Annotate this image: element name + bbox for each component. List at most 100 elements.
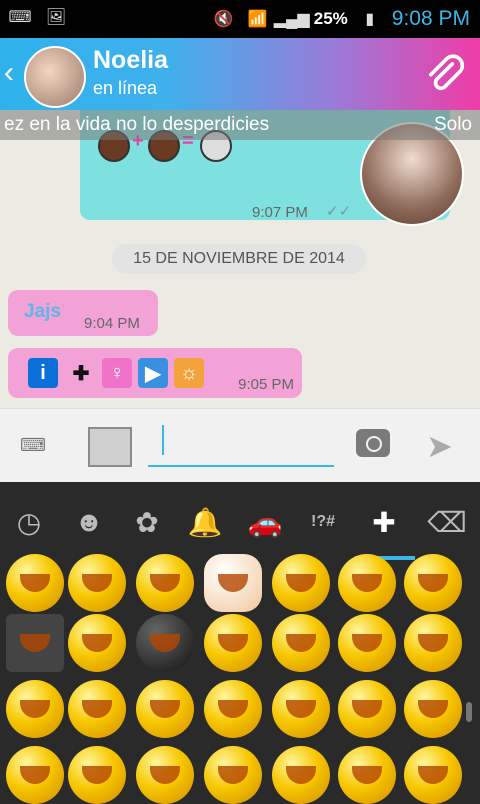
status-time: 9:08 PM [391,7,470,30]
paperclip-icon[interactable] [422,52,466,96]
emoji-mouth [418,700,448,718]
flower-tab[interactable]: ✿ [118,482,176,562]
emoji-icon[interactable] [6,680,64,738]
emoji-mouth [150,634,180,652]
text-cursor [162,425,164,455]
emoji-icon[interactable] [6,746,64,804]
chat-area: ez en la vida no lo desperdicies Solo + … [0,110,480,408]
emoji-mouth [82,634,112,652]
emoji-icon[interactable] [68,680,126,738]
emoji-mouth [82,766,112,784]
message-time: 9:04 PM [84,315,140,332]
emoji-mouth [418,766,448,784]
emoji-mouth [418,634,448,652]
emoji-icon[interactable] [68,614,126,672]
emoji-icon[interactable] [6,554,64,612]
emoji-icon[interactable] [68,746,126,804]
emoji-icon[interactable] [204,554,262,612]
woman-symbol-icon: ♀ [102,358,132,388]
emoji-icon[interactable] [338,680,396,738]
emoji-mouth [218,766,248,784]
emoji-icon[interactable] [272,680,330,738]
emoji-icon[interactable] [404,746,462,804]
emoji-category-tabs: ◷ ☻ ✿ 🔔 🚗 !?# ✚ ⌫ [0,482,480,562]
contact-avatar[interactable] [24,46,86,108]
backspace-tab[interactable]: ⌫ [418,482,476,562]
plus-icon: ✚ [72,362,90,385]
emoji-mouth [150,700,180,718]
message-time: 9:07 PM [252,204,308,221]
emoji-mouth [150,574,180,592]
emoji-icon[interactable] [338,746,396,804]
gallery-icon[interactable] [88,427,132,467]
emoji-icon[interactable] [338,554,396,612]
emoji-grid [0,554,480,804]
emoji-icon[interactable] [136,614,194,672]
play-icon: ▶ [138,358,168,388]
emoji-mouth [218,634,248,652]
emoji-mouth [286,766,316,784]
status-bar: ⌨ 🖼 🔇 📶 ▂▄▆ 25% ▮ 9:08 PM [0,0,480,38]
emoji-mouth [20,766,50,784]
smiley-tab[interactable]: ☻ [60,482,118,562]
incoming-message-bubble[interactable]: i ✚ ♀ ▶ ☼ 9:05 PM [8,348,302,398]
emoji-icon[interactable] [338,614,396,672]
emoji-icon[interactable] [136,680,194,738]
emoji-mouth [352,766,382,784]
plus-tab[interactable]: ✚ [355,482,413,562]
contact-status: en línea [93,78,158,98]
camera-icon[interactable] [356,429,390,457]
emoji-icon[interactable] [272,614,330,672]
emoji-mouth [218,700,248,718]
emoji-icon[interactable] [272,554,330,612]
emoji-mouth [286,634,316,652]
emoji-mouth [286,700,316,718]
emoji-icon[interactable] [6,614,64,672]
battery-icon: ▮ [365,11,375,28]
recent-tab[interactable]: ◷ [0,482,58,562]
emoji-mouth [352,634,382,652]
chat-header: ‹ Noelia en línea [0,38,480,110]
signal-icon: ▂▄▆ [273,11,310,28]
double-check-icon: ✓✓ [326,203,352,220]
sunset-icon: ☼ [174,358,204,388]
contact-name[interactable]: Noelia [93,46,168,75]
emoji-mouth [20,634,50,652]
message-input-bar: ⌨ ➤ [0,408,480,483]
emoji-icon[interactable] [404,554,462,612]
emoji-scrollbar[interactable] [466,702,472,722]
incoming-message-bubble[interactable]: Jajs 9:04 PM [8,290,158,336]
send-icon[interactable]: ➤ [426,429,460,463]
emoji-icon[interactable] [404,614,462,672]
back-chevron-icon[interactable]: ‹ [4,58,14,88]
keyboard-icon[interactable]: ⌨ [20,435,54,457]
emoji-icon[interactable] [136,746,194,804]
emoji-icon[interactable] [272,746,330,804]
emoji-icon[interactable] [68,554,126,612]
emoji-icon[interactable] [204,614,262,672]
battery-text: 25% [313,9,348,28]
emoji-icon[interactable] [204,746,262,804]
message-input[interactable] [148,421,334,467]
emoji-icon[interactable] [404,680,462,738]
symbols-tab[interactable]: !?# [294,482,352,562]
emoji-mouth [82,700,112,718]
ticker-right: Solo [433,114,472,135]
emoji-icon[interactable] [204,680,262,738]
emoji-mouth [20,700,50,718]
emoji-mouth [218,574,248,592]
car-tab[interactable]: 🚗 [236,482,294,562]
keyboard-icon: ⌨ [8,9,32,26]
bell-tab[interactable]: 🔔 [176,482,234,562]
message-time: 9:05 PM [238,376,294,393]
emoji-mouth [20,574,50,592]
emoji-mouth [352,574,382,592]
emoji-mouth [82,574,112,592]
message-text: Jajs [24,301,61,322]
image-icon: 🖼 [45,9,67,26]
date-separator: 15 DE NOVIEMBRE DE 2014 [112,244,366,274]
emoji-mouth [352,700,382,718]
emoji-mouth [286,574,316,592]
ticker-left: ez en la vida no lo desperdicies [4,114,270,135]
emoji-icon[interactable] [136,554,194,612]
